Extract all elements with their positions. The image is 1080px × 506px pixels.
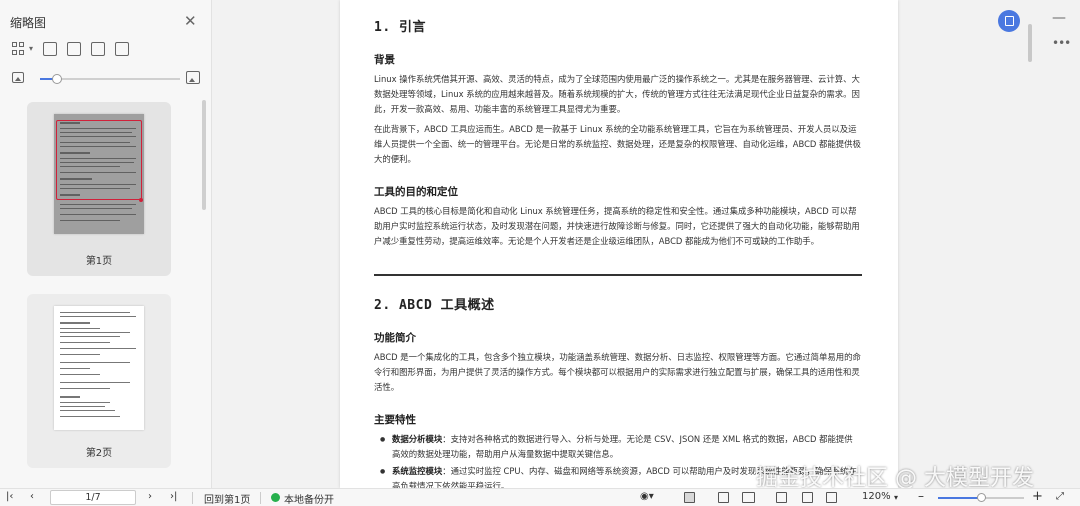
last-page-icon[interactable]: ›| [170, 491, 177, 502]
back-to-first-button[interactable]: 回到第1页 [204, 491, 250, 506]
fullscreen-icon[interactable] [826, 492, 837, 503]
viewport-indicator[interactable] [56, 120, 142, 200]
continuous-view-icon[interactable] [718, 492, 729, 503]
subsection-heading: 工具的目的和定位 [374, 186, 458, 198]
paragraph: ABCD 工具的核心目标是简化和自动化 Linux 系统管理任务，提高系统的稳定… [374, 206, 860, 246]
sidebar-toolbar: ▾ [12, 42, 130, 56]
subsection-heading: 功能简介 [374, 332, 416, 344]
viewport-handle[interactable] [139, 198, 143, 202]
read-mode-icon[interactable] [802, 492, 813, 503]
single-page-view-icon[interactable] [684, 492, 695, 503]
zoom-level[interactable]: 120% [862, 491, 891, 502]
image-small-icon [12, 72, 24, 83]
grid-view-icon[interactable] [12, 42, 26, 56]
section-title: 1. 引言 [374, 20, 426, 35]
minimize-icon[interactable]: — [1052, 10, 1066, 26]
thumbnail-label: 第1页 [85, 256, 113, 267]
feature-name: 系统监控模块 [392, 466, 443, 476]
close-icon[interactable]: ✕ [184, 12, 197, 30]
paragraph: Linux 操作系统凭借其开源、高效、灵活的特点，成为了全球范围内使用最广泛的操… [374, 74, 860, 114]
section-title: 2. ABCD 工具概述 [374, 298, 495, 313]
backup-status-icon [271, 493, 280, 502]
feature-name: 数据分析模块 [392, 434, 443, 444]
thumbnail-image [54, 306, 144, 430]
subsection-heading: 背景 [374, 54, 395, 66]
thumbnail-page-2[interactable]: 第2页 [27, 294, 171, 468]
fit-screen-icon[interactable]: ⤢ [1056, 491, 1064, 502]
next-page-icon[interactable]: › [148, 491, 152, 502]
zoom-slider[interactable] [938, 493, 1024, 502]
thumbnail-page-1[interactable]: 第1页 [27, 102, 171, 276]
slider-handle[interactable] [51, 74, 62, 84]
prev-page-icon[interactable]: ‹ [30, 491, 34, 502]
status-bar: |‹ ‹ 1/7 › ›| 回到第1页 本地备份开 ◉▾ 120% ▾ – + … [0, 488, 1080, 506]
book-view-icon[interactable] [776, 492, 787, 503]
two-page-view-icon[interactable] [742, 492, 755, 503]
first-page-icon[interactable]: |‹ [6, 491, 13, 502]
subsection-heading: 主要特性 [374, 414, 416, 426]
backup-status-button[interactable]: 本地备份开 [284, 491, 334, 506]
zoom-in-button[interactable]: + [1032, 489, 1043, 504]
eye-icon[interactable]: ◉▾ [640, 491, 654, 502]
document-scrollbar[interactable] [1028, 24, 1032, 62]
sidebar-scrollbar[interactable] [202, 100, 206, 210]
feature-text: ：支持对各种格式的数据进行导入、分析与处理。无论是 CSV、JSON 还是 XM… [392, 434, 853, 459]
image-large-icon [186, 71, 200, 84]
sidebar-title: 缩略图 [10, 16, 47, 30]
document-tools-button[interactable] [998, 10, 1020, 32]
document-viewport: 1. 引言 背景 Linux 操作系统凭借其开源、高效、灵活的特点，成为了全球范… [212, 0, 1080, 488]
thumbnail-zoom [12, 71, 202, 86]
page-settings-icon[interactable] [67, 42, 82, 56]
document-page: 1. 引言 背景 Linux 操作系统凭借其开源、高效、灵活的特点，成为了全球范… [340, 0, 898, 488]
thumbnail-label: 第2页 [85, 448, 113, 459]
duplicate-page-icon[interactable] [115, 42, 130, 56]
page-number-input[interactable]: 1/7 [50, 490, 136, 505]
feature-list-item: 数据分析模块：支持对各种格式的数据进行导入、分析与处理。无论是 CSV、JSON… [380, 432, 858, 462]
thumbnail-zoom-slider[interactable] [40, 74, 180, 84]
chevron-down-icon[interactable]: ▾ [29, 44, 33, 56]
thumbnail-image [54, 114, 144, 234]
paragraph: 在此背景下，ABCD 工具应运而生。ABCD 是一款基于 Linux 系统的全功… [374, 124, 861, 164]
zoom-out-button[interactable]: – [918, 489, 924, 503]
copy-page-icon[interactable] [91, 42, 106, 56]
thumbnail-sidebar: 缩略图 ✕ ▾ 第1页 第2页 [0, 0, 212, 488]
zoom-slider-handle[interactable] [977, 493, 986, 502]
more-options-icon[interactable]: ••• [1052, 36, 1071, 50]
paragraph: ABCD 是一个集成化的工具，包含多个独立模块，功能涵盖系统管理、数据分析、日志… [374, 352, 861, 392]
chevron-down-icon[interactable]: ▾ [894, 493, 898, 502]
section-divider [374, 274, 862, 276]
add-page-icon[interactable] [43, 42, 58, 56]
